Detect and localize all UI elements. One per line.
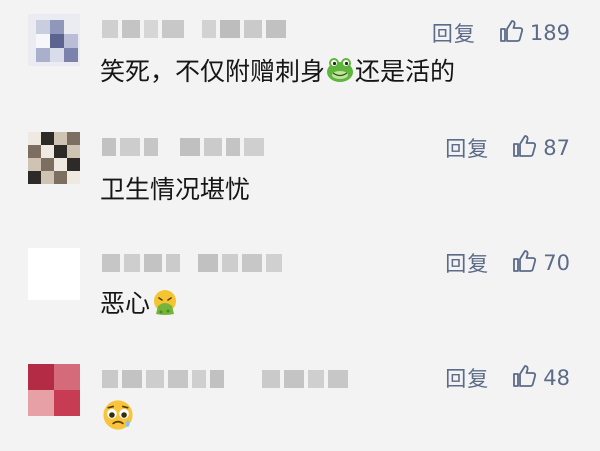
avatar[interactable] xyxy=(28,14,80,66)
like-button[interactable]: 189 xyxy=(498,18,570,48)
avatar[interactable] xyxy=(28,132,80,184)
thumbs-up-icon xyxy=(511,133,543,163)
comment-text: 卫生情况堪忧 xyxy=(100,175,251,204)
avatar[interactable] xyxy=(28,364,80,416)
reply-button[interactable]: 回复 xyxy=(445,363,489,393)
avatar[interactable] xyxy=(28,248,80,300)
comment-text xyxy=(100,398,136,434)
like-button[interactable]: 48 xyxy=(511,363,570,393)
frog-face-emoji xyxy=(326,56,354,84)
comment-actions: 回复 87 xyxy=(445,133,570,163)
username-redacted[interactable] xyxy=(102,136,282,158)
comment-actions: 回复 48 xyxy=(445,363,570,393)
comment-actions: 回复 189 xyxy=(432,18,570,48)
like-count: 70 xyxy=(543,251,570,275)
like-count: 48 xyxy=(543,366,570,390)
vomiting-face-emoji xyxy=(151,288,179,316)
thumbs-up-icon xyxy=(498,18,530,48)
like-count: 189 xyxy=(529,21,570,45)
thumbs-up-icon xyxy=(511,248,543,278)
username-redacted[interactable] xyxy=(102,18,302,40)
comment-actions: 回复 70 xyxy=(445,248,570,278)
reply-button[interactable]: 回复 xyxy=(432,18,476,48)
reply-button[interactable]: 回复 xyxy=(445,248,489,278)
comment-text: 笑死，不仅附赠刺身 还是活的 xyxy=(100,56,456,86)
pleading-sweat-face-emoji xyxy=(101,398,135,432)
reply-button[interactable]: 回复 xyxy=(445,133,489,163)
like-button[interactable]: 70 xyxy=(511,248,570,278)
username-redacted[interactable] xyxy=(102,252,302,274)
thumbs-up-icon xyxy=(511,363,543,393)
like-count: 87 xyxy=(543,136,570,160)
comment-text: 恶心 xyxy=(100,284,180,320)
like-button[interactable]: 87 xyxy=(511,133,570,163)
username-redacted[interactable] xyxy=(102,368,352,390)
